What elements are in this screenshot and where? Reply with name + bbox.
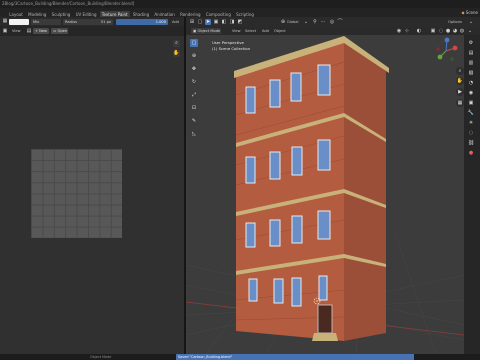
view-menu[interactable]: View <box>12 28 21 34</box>
open-image-button[interactable]: ▭ Open <box>51 28 68 34</box>
status-message: Saved "Cartoon_Building.blend" <box>176 354 414 360</box>
tool-properties-icon[interactable]: ⚙ <box>466 40 476 46</box>
image-editor-icon[interactable]: ▣ <box>2 28 8 34</box>
strength-value: 1.000 <box>155 19 166 24</box>
editor-type-icon[interactable]: ▦ <box>2 18 8 24</box>
pivot-icon[interactable]: ⊕ <box>280 19 286 25</box>
cursor-select-icon[interactable]: ➤ <box>205 19 211 25</box>
image-editor-toolbar: ▣ View ▤ + New ▭ Open <box>0 26 184 36</box>
visibility-icon[interactable]: ◉ <box>396 28 402 34</box>
status-bar: Object Mode Saved "Cartoon_Building.blen… <box>0 354 480 360</box>
door-steps <box>312 333 338 341</box>
image-editor-header: ▦ Mix Radius 51 px 1.000 Add <box>0 17 184 26</box>
collection-label: (1) Scene Collection <box>212 46 251 51</box>
select-invert-icon[interactable]: ◨ <box>229 19 235 25</box>
status-mode: Object Mode <box>90 355 112 359</box>
shading-rendered-icon[interactable]: ◍ <box>459 28 465 34</box>
viewport-subheader: ▣ Object Mode View Select Add Object ◉ ⊹… <box>186 27 480 35</box>
transform-dropdown-icon[interactable]: ⌄ <box>303 19 309 25</box>
workspace-tabs-bar: Layout Modeling Sculpting UV Editing Tex… <box>0 8 480 18</box>
mode-label: Object Mode <box>197 29 221 33</box>
tool-annotate-icon[interactable]: ✎ <box>190 117 198 125</box>
zoom-view-icon[interactable]: ⌕ <box>456 67 464 75</box>
pan-hand-icon[interactable]: ✋ <box>173 50 180 57</box>
snap-icon[interactable]: ⚲ <box>312 19 318 25</box>
blend-mode-select[interactable]: Mix <box>31 18 61 25</box>
brush-color-field[interactable] <box>9 18 29 25</box>
window-title: 2Blog/3Cartoon_Building/Blender/Cartoon_… <box>0 0 480 8</box>
zoom-icon[interactable]: ⌕ <box>173 40 180 47</box>
tool-select-box-icon[interactable]: ▢ <box>190 39 198 47</box>
axis-gizmo-icon <box>436 37 458 61</box>
options-menu[interactable]: Options <box>448 19 462 25</box>
new-image-button[interactable]: + New <box>33 28 49 34</box>
menu-file[interactable] <box>0 9 6 16</box>
modifier-properties-icon[interactable]: 🔧 <box>466 110 476 116</box>
overlay-icon[interactable]: ◐ <box>416 28 422 34</box>
gizmo-toggle-icon[interactable]: ⊹ <box>404 28 410 34</box>
transform-orientation-select[interactable]: Global <box>287 19 298 25</box>
new-image-label: New <box>39 29 47 33</box>
physics-icon[interactable]: ◌ <box>466 130 476 136</box>
pan-view-icon[interactable]: ✋ <box>456 77 464 85</box>
shading-wireframe-icon[interactable]: ◌ <box>438 28 444 34</box>
radius-value: 51 px <box>100 19 111 24</box>
snapping-icon[interactable]: ⋯ <box>320 19 326 25</box>
image-browse-icon[interactable]: ▤ <box>26 28 32 34</box>
tool-cursor-icon[interactable]: ⊕ <box>190 52 198 60</box>
3d-viewport[interactable] <box>186 35 464 354</box>
mode-select[interactable]: ▣ Object Mode <box>191 28 221 34</box>
camera-view-icon[interactable]: ▶ <box>456 88 464 96</box>
scene-properties-icon[interactable]: ◔ <box>466 80 476 86</box>
scene-selector[interactable]: ◆ Scene <box>461 9 478 16</box>
object-properties-icon[interactable]: ▣ <box>466 100 476 106</box>
options-dropdown-icon[interactable]: ⌄ <box>468 19 474 25</box>
select-box-mode-icon[interactable]: ▢ <box>197 19 203 25</box>
navigation-gizmo[interactable] <box>432 37 460 65</box>
menu-object[interactable]: Object <box>274 28 286 34</box>
constraints-icon[interactable]: ⛓ <box>466 140 476 146</box>
shading-dropdown-icon[interactable]: ⌄ <box>467 28 473 34</box>
output-properties-icon[interactable]: ▥ <box>466 60 476 66</box>
perspective-toggle-icon[interactable]: ▦ <box>456 99 464 107</box>
tool-move-icon[interactable]: ✥ <box>190 65 198 73</box>
tool-rotate-icon[interactable]: ↻ <box>190 78 198 86</box>
material-properties-icon[interactable]: ● <box>466 150 476 156</box>
falloff-icon[interactable]: ⌒ <box>337 19 343 25</box>
scene-name: Scene <box>465 10 478 15</box>
editor-type-icon-3d[interactable]: ⊞ <box>189 19 195 25</box>
shading-material-icon[interactable]: ◕ <box>452 28 458 34</box>
tool-transform-icon[interactable]: ⊡ <box>190 104 198 112</box>
render-properties-icon[interactable]: ▤ <box>466 50 476 56</box>
view-layer-icon[interactable]: ▧ <box>466 70 476 76</box>
menu-select[interactable]: Select <box>245 28 256 34</box>
particles-icon[interactable]: ✳ <box>466 120 476 126</box>
proportional-edit-icon[interactable]: ◎ <box>329 19 335 25</box>
object-origin-icon <box>316 300 318 302</box>
shading-solid-icon[interactable]: ● <box>445 28 451 34</box>
open-image-label: Open <box>57 29 68 33</box>
select-intersect-icon[interactable]: ◩ <box>237 19 243 25</box>
select-subtract-icon[interactable]: ◧ <box>221 19 227 25</box>
tool-scale-icon[interactable]: ⤢ <box>190 91 198 99</box>
menu-view[interactable]: View <box>232 28 241 34</box>
world-properties-icon[interactable]: ◉ <box>466 90 476 96</box>
strength-field[interactable]: 1.000 <box>116 18 168 25</box>
viewport-scene <box>186 36 464 354</box>
radius-label: Radius <box>65 19 78 24</box>
xray-icon[interactable]: ▣ <box>430 28 436 34</box>
select-extend-icon[interactable]: ▣ <box>213 19 219 25</box>
viewport-info: User Perspective (1) Scene Collection <box>212 40 250 52</box>
tool-measure-icon[interactable]: ◺ <box>190 130 198 138</box>
viewport-header: ⊞ ▢ ➤ ▣ ◧ ◨ ◩ ⊕ Global ⌄ ⚲ ⋯ ◎ ⌒ Options… <box>186 17 480 27</box>
menu-add[interactable]: Add <box>262 28 269 34</box>
front-door <box>317 304 333 334</box>
uv-grid <box>31 149 122 238</box>
add-blend-label[interactable]: Add <box>172 19 179 25</box>
building-side-wall <box>344 40 386 341</box>
radius-field[interactable]: Radius 51 px <box>63 18 113 25</box>
